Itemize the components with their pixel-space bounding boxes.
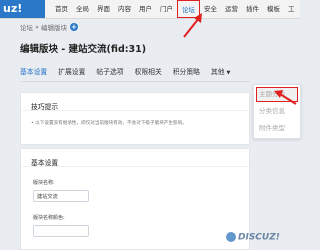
forum-name-input[interactable]: 建站交流 bbox=[33, 190, 89, 202]
tab-other-label: 其他 bbox=[210, 68, 225, 76]
forum-name-color-label: 版块名称颜色: bbox=[33, 215, 65, 221]
top-nav-bar: uz! 首页 全局 界面 内容 用户 门户 论坛 安全 运营 插件 模板 工 bbox=[0, 0, 300, 19]
tab-other[interactable]: 其他 ▼ bbox=[211, 66, 230, 82]
logo: uz! bbox=[0, 0, 45, 18]
main-nav: 首页 全局 界面 内容 用户 门户 论坛 安全 运营 插件 模板 工 bbox=[51, 0, 299, 18]
nav-item-users[interactable]: 用户 bbox=[135, 0, 156, 18]
breadcrumb-current: 编辑版块 bbox=[40, 24, 67, 32]
breadcrumb: 论坛 » 编辑版块 + bbox=[20, 22, 78, 32]
dropdown-item-attachment-types[interactable]: 附件类型 bbox=[254, 120, 300, 137]
tips-panel: 技巧提示 • 以下设置没有继承性，即仅对当前版块有效，不会对下级子版块产生影响。 bbox=[20, 92, 250, 145]
nav-item-interface[interactable]: 界面 bbox=[93, 0, 114, 18]
breadcrumb-parent[interactable]: 论坛 bbox=[20, 22, 33, 32]
watermark: DISCUZ! bbox=[226, 232, 280, 243]
breadcrumb-separator: » bbox=[35, 23, 39, 31]
chevron-down-icon: ▼ bbox=[226, 70, 231, 76]
discuz-logo-icon bbox=[226, 232, 236, 242]
nav-item-plugins[interactable]: 插件 bbox=[242, 0, 263, 18]
tab-permissions[interactable]: 权限相关 bbox=[135, 66, 162, 82]
tab-extended-settings[interactable]: 扩展设置 bbox=[58, 66, 85, 82]
tip-text-content: 以下设置没有继承性，即仅对当前版块有效，不会对下级子版块产生影响。 bbox=[35, 121, 187, 126]
tab-post-options[interactable]: 帖子选项 bbox=[96, 66, 123, 82]
nav-item-content[interactable]: 内容 bbox=[114, 0, 135, 18]
tabs-divider bbox=[20, 81, 250, 82]
basic-settings-title: 基本设置 bbox=[21, 149, 249, 167]
nav-item-operations[interactable]: 运营 bbox=[221, 0, 242, 18]
nav-item-tools[interactable]: 工 bbox=[284, 0, 299, 18]
nav-item-templates[interactable]: 模板 bbox=[263, 0, 284, 18]
page-title: 编辑版块 - 建站交流(fid:31) bbox=[20, 44, 147, 55]
tip-text: • 以下设置没有继承性，即仅对当前版块有效，不会对下级子版块产生影响。 bbox=[31, 121, 187, 126]
nav-item-portal[interactable]: 门户 bbox=[156, 0, 177, 18]
forum-name-color-input[interactable] bbox=[33, 225, 89, 237]
add-icon[interactable]: + bbox=[69, 23, 78, 31]
watermark-text: DISCUZ! bbox=[238, 232, 280, 243]
tab-basic-settings[interactable]: 基本设置 bbox=[20, 66, 48, 82]
red-arrow-icon bbox=[183, 13, 202, 38]
basic-settings-panel: 基本设置 版块名称: 建站交流 版块名称颜色: bbox=[20, 148, 250, 250]
red-arrow-icon bbox=[274, 90, 297, 105]
nav-item-home[interactable]: 首页 bbox=[51, 0, 72, 18]
forum-name-label: 版块名称: bbox=[33, 180, 55, 186]
tips-panel-title: 技巧提示 bbox=[21, 93, 249, 111]
tab-credit-policy[interactable]: 积分策略 bbox=[173, 66, 200, 82]
tab-bar: 基本设置 扩展设置 帖子选项 权限相关 积分策略 其他 ▼ bbox=[20, 66, 241, 82]
nav-item-global[interactable]: 全局 bbox=[72, 0, 93, 18]
